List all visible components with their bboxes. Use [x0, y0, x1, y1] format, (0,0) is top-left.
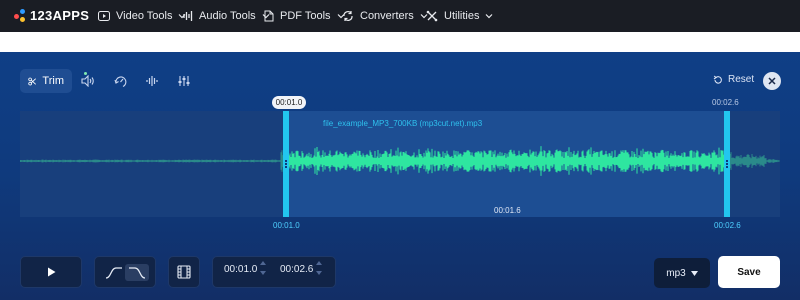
- nav-audio-tools[interactable]: Audio Tools: [183, 0, 270, 32]
- pdf-icon: [264, 10, 274, 22]
- speed-icon: [113, 75, 126, 87]
- speed-tool[interactable]: [104, 69, 136, 93]
- trim-start-handle[interactable]: [283, 111, 289, 217]
- close-button[interactable]: [763, 72, 781, 90]
- equalizer-icon: [146, 76, 158, 86]
- fade-out-button[interactable]: [125, 264, 149, 281]
- play-button[interactable]: [20, 256, 82, 288]
- start-time-bottom: 00:01.0: [273, 221, 300, 230]
- film-strip-icon: [177, 265, 191, 279]
- reset-button[interactable]: Reset: [713, 74, 754, 85]
- crop-mode-button[interactable]: [168, 256, 200, 288]
- mixer-icon: [178, 76, 190, 86]
- nav-pdf-tools[interactable]: PDF Tools: [264, 0, 345, 32]
- mixer-tool[interactable]: [168, 69, 200, 93]
- nav-utilities[interactable]: Utilities: [426, 0, 493, 32]
- volume-tool[interactable]: [72, 69, 104, 93]
- fade-controls: [94, 256, 156, 288]
- nav-pdf-tools-label: PDF Tools: [280, 10, 331, 22]
- nav-video-tools-label: Video Tools: [116, 10, 173, 22]
- equalizer-tool[interactable]: [136, 69, 168, 93]
- nav-audio-tools-label: Audio Tools: [199, 10, 256, 22]
- trim-label: Trim: [42, 75, 64, 87]
- top-nav: 123APPS Video Tools Audio Tools PDF Tool…: [0, 0, 800, 32]
- save-button[interactable]: Save: [718, 256, 780, 288]
- unselected-region-left: [20, 111, 286, 217]
- grip-icon: [283, 159, 289, 169]
- logo-icon: [14, 8, 26, 23]
- start-time-stepper[interactable]: [259, 259, 267, 281]
- save-label: Save: [737, 266, 761, 278]
- center-time: 00:01.6: [494, 206, 521, 215]
- nav-converters-label: Converters: [360, 10, 414, 22]
- nav-video-tools[interactable]: Video Tools: [98, 0, 186, 32]
- editor-toolbar: Trim: [20, 69, 200, 93]
- active-dot: [84, 72, 87, 75]
- fade-out-icon: [129, 266, 146, 279]
- trim-tool[interactable]: Trim: [20, 69, 72, 93]
- end-time-bottom: 00:02.6: [714, 221, 741, 230]
- end-time-top: 00:02.6: [712, 98, 739, 107]
- end-time-stepper[interactable]: [315, 259, 323, 281]
- start-time-input[interactable]: 00:01.0: [224, 264, 257, 275]
- page-spacer: [0, 32, 800, 52]
- fade-in-icon: [105, 266, 122, 279]
- caret-down-icon: [690, 270, 698, 276]
- reset-label: Reset: [728, 74, 755, 85]
- utilities-icon: [426, 10, 438, 22]
- logo[interactable]: 123APPS: [14, 8, 89, 23]
- nav-converters[interactable]: Converters: [342, 0, 428, 32]
- start-time-pill: 00:01.0: [272, 96, 306, 109]
- play-icon: [47, 267, 55, 277]
- trim-end-handle[interactable]: [724, 111, 730, 217]
- file-name: file_example_MP3_700KB (mp3cut.net).mp3: [323, 119, 483, 128]
- scissors-icon: [28, 77, 36, 85]
- nav-utilities-label: Utilities: [444, 10, 480, 22]
- audio-icon: [183, 11, 193, 21]
- fade-in-button[interactable]: [103, 264, 125, 281]
- grip-icon: [724, 159, 730, 169]
- format-value: mp3: [666, 267, 686, 279]
- waveform-selected: [285, 146, 727, 176]
- chevron-down-icon: [486, 14, 493, 19]
- end-time-input[interactable]: 00:02.6: [280, 264, 313, 275]
- volume-icon: [81, 75, 94, 87]
- video-icon: [98, 11, 110, 21]
- format-select[interactable]: mp3: [654, 258, 710, 288]
- close-icon: [768, 77, 776, 85]
- converter-icon: [343, 11, 353, 21]
- logo-text: 123APPS: [30, 8, 90, 23]
- reset-icon: [713, 75, 722, 84]
